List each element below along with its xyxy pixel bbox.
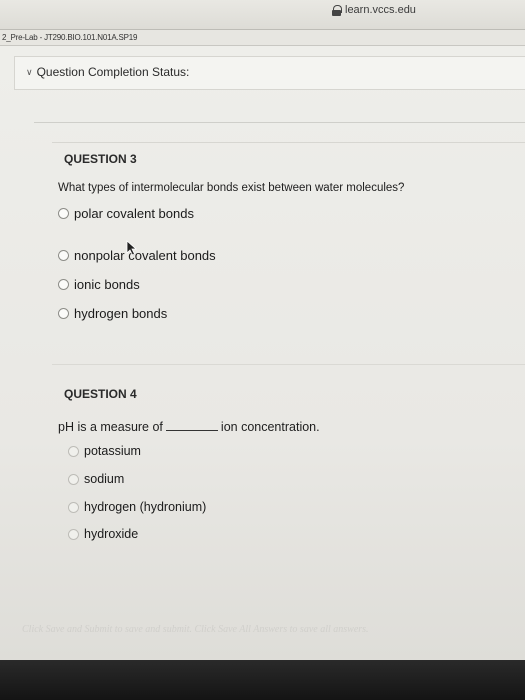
lock-icon [332, 4, 342, 16]
question-3-heading: QUESTION 3 [64, 152, 137, 166]
divider [52, 142, 525, 143]
radio-button[interactable] [58, 308, 69, 319]
radio-button[interactable] [58, 250, 69, 261]
url-display[interactable]: learn.vccs.edu [332, 2, 416, 18]
q3-option-ionic[interactable]: ionic bonds [58, 277, 140, 292]
option-label: sodium [84, 472, 125, 486]
q4-option-hydroxide[interactable]: hydroxide [68, 527, 138, 541]
q4-option-sodium[interactable]: sodium [68, 472, 124, 486]
breadcrumb[interactable]: 2_Pre-Lab - JT290.BIO.101.N01A.SP19 [0, 30, 525, 46]
radio-button[interactable] [68, 445, 79, 457]
completion-status-label: Question Completion Status: [36, 65, 190, 79]
chevron-down-icon: ∨ [26, 66, 33, 77]
question-4-text: pH is a measure of ion concentration. [58, 420, 320, 434]
option-label: polar covalent bonds [74, 206, 194, 221]
question-4-text-after: ion concentration. [220, 420, 320, 434]
option-label: potassium [84, 444, 141, 458]
q3-option-polar-covalent[interactable]: polar covalent bonds [58, 206, 194, 221]
option-label: hydrogen (hydronium) [84, 500, 207, 514]
q3-option-hydrogen[interactable]: hydrogen bonds [58, 306, 167, 321]
question-4-text-before: pH is a measure of [58, 420, 163, 434]
q4-option-potassium[interactable]: potassium [68, 444, 141, 458]
completion-status-toggle[interactable]: ∨ Question Completion Status: [26, 65, 189, 79]
radio-button[interactable] [58, 208, 69, 219]
device-bezel [0, 660, 525, 700]
question-3: QUESTION 3 What types of intermolecular … [52, 144, 525, 354]
radio-button[interactable] [68, 473, 79, 485]
question-4-heading: QUESTION 4 [64, 387, 137, 401]
option-label: nonpolar covalent bonds [74, 248, 216, 263]
submit-instructions: Click Save and Submit to save and submit… [22, 624, 369, 635]
option-label: hydroxide [84, 527, 139, 541]
option-label: hydrogen bonds [74, 306, 168, 321]
completion-status-panel: ∨ Question Completion Status: [14, 56, 525, 90]
url-text: learn.vccs.edu [345, 4, 416, 16]
mouse-pointer-icon [126, 240, 138, 256]
question-3-text: What types of intermolecular bonds exist… [58, 182, 405, 194]
question-4: QUESTION 4 pH is a measure of ion concent… [52, 364, 525, 594]
option-label: ionic bonds [74, 277, 140, 292]
assessment-page: ∨ Question Completion Status: QUESTION 3… [0, 46, 525, 700]
radio-button[interactable] [68, 528, 79, 540]
radio-button[interactable] [68, 501, 79, 513]
browser-address-bar[interactable]: learn.vccs.edu [0, 0, 525, 30]
divider [34, 122, 525, 123]
radio-button[interactable] [58, 279, 69, 290]
answer-blank [165, 422, 218, 431]
q4-option-hydrogen-hydronium[interactable]: hydrogen (hydronium) [68, 500, 206, 514]
